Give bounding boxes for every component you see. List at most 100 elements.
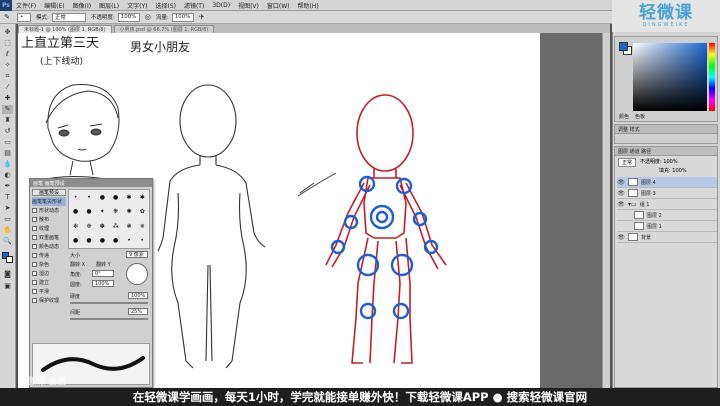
layer-row[interactable]: 图层 2 [617, 210, 717, 221]
blur-tool-icon[interactable]: 💧 [2, 160, 13, 169]
pressure-opacity-icon[interactable]: ◎ [145, 13, 151, 21]
brush-tip[interactable]: ● [109, 190, 122, 205]
brush-setting-item[interactable]: 湿边 [32, 269, 66, 278]
layer-fill[interactable]: 填充: 100% [659, 167, 687, 174]
brush-panel-title[interactable]: 画笔 画笔预设 [30, 179, 152, 187]
brush-tip[interactable]: • [69, 190, 82, 205]
brush-presets-button[interactable]: 画笔预设 [32, 189, 66, 196]
menu-layer[interactable]: 图层(L) [95, 1, 123, 10]
hardness-slider[interactable] [70, 302, 148, 304]
brush-setting-item[interactable]: 散布 [32, 215, 66, 224]
brush-tip[interactable]: • [136, 234, 149, 249]
brush-setting-item[interactable]: 传递 [32, 251, 66, 260]
adjustments-title[interactable]: 调整 样式 [615, 125, 717, 134]
brush-tip[interactable]: ● [82, 205, 95, 220]
eraser-tool-icon[interactable]: ▭ [2, 138, 13, 147]
opacity-input[interactable]: 100% [117, 12, 140, 22]
brush-tip[interactable]: ✱ [122, 190, 135, 205]
brush-setting-item[interactable]: 形状动态 [32, 206, 66, 215]
hardness-input[interactable]: 100% [128, 292, 148, 299]
visibility-eye-icon[interactable]: 👁 [617, 190, 625, 197]
checkbox[interactable] [32, 235, 37, 240]
hand-tool-icon[interactable]: ✋ [2, 226, 13, 235]
brush-tip[interactable]: • [82, 190, 95, 205]
eyedropper-tool-icon[interactable]: ⁄ [2, 83, 13, 92]
brush-tip[interactable]: ❉ [82, 219, 95, 234]
mode-select[interactable]: 正常 [51, 12, 86, 22]
brush-tip[interactable]: ✻ [69, 219, 82, 234]
crop-tool-icon[interactable]: ⌗ [2, 72, 13, 81]
brush-setting-item[interactable]: 杂色 [32, 260, 66, 269]
brush-tip[interactable]: ✵ [136, 219, 149, 234]
menu-file[interactable]: 文件(F) [12, 1, 40, 10]
brush-tip[interactable]: ✱ [136, 190, 149, 205]
brush-setting-item[interactable]: 平滑 [32, 287, 66, 296]
menu-edit[interactable]: 编辑(E) [40, 1, 68, 10]
healing-tool-icon[interactable]: ✚ [2, 94, 13, 103]
checkbox[interactable] [32, 217, 37, 222]
quick-select-tool-icon[interactable]: ✧ [2, 61, 13, 70]
swatches-tab[interactable]: 色板 [635, 113, 645, 120]
checkbox[interactable] [32, 289, 37, 294]
checkbox[interactable] [32, 298, 37, 303]
layer-opacity[interactable]: 不透明度: 100% [640, 158, 678, 167]
brush-setting-item[interactable]: 双重画笔 [32, 233, 66, 242]
brush-setting-item[interactable]: 保护纹理 [32, 296, 66, 305]
menu-3d[interactable]: 3D(D) [208, 2, 234, 9]
brush-tip[interactable]: ✦ [96, 205, 109, 220]
history-brush-tool-icon[interactable]: ↺ [2, 127, 13, 136]
brush-tip[interactable]: ❋ [109, 205, 122, 220]
roundness-input[interactable]: 100% [92, 280, 114, 287]
brush-tip[interactable]: ● [69, 234, 82, 249]
angle-roundness-dial[interactable] [126, 263, 148, 285]
brush-tip-grid[interactable]: • • ● ● ✱ ✱ ● ● ✦ ❋ ✺ ✿ ✻ ❉ ✽ ⁂ ❃ ✵ ● ● ● ● • • [68, 189, 150, 249]
checkbox[interactable] [32, 271, 37, 276]
menu-type[interactable]: 文字(Y) [123, 1, 151, 10]
vertical-scrollbar[interactable] [602, 33, 610, 388]
layer-row[interactable]: 👁 背景 [617, 232, 717, 243]
layers-title[interactable]: 图层 通道 路径 [615, 147, 717, 156]
brush-tip[interactable]: ❃ [122, 219, 135, 234]
flip-y-checkbox[interactable]: 翻转 Y [96, 261, 111, 268]
airbrush-icon[interactable]: ✈ [199, 13, 205, 21]
type-tool-icon[interactable]: T [2, 193, 13, 202]
spacing-input[interactable]: 25% [128, 308, 148, 315]
hue-slider[interactable] [709, 43, 715, 111]
brush-setting-item[interactable]: 颜色动态 [32, 242, 66, 251]
pen-tool-icon[interactable]: ✒ [2, 182, 13, 191]
gradient-tool-icon[interactable]: ▤ [2, 149, 13, 158]
checkbox[interactable] [32, 280, 37, 285]
brush-tip[interactable]: ● [96, 190, 109, 205]
menu-image[interactable]: 图像(I) [69, 1, 95, 10]
size-input[interactable]: 9 像素 [126, 251, 148, 258]
layer-row[interactable]: 👁 ▾▭ 组 1 [617, 199, 717, 210]
blend-mode-select[interactable]: 正常 [618, 158, 637, 167]
brush-tip[interactable]: ● [82, 234, 95, 249]
brush-tip[interactable]: ✽ [96, 219, 109, 234]
color-picker-field[interactable] [633, 43, 707, 111]
screen-mode-icon[interactable]: ▣ [2, 282, 13, 291]
menu-filter[interactable]: 滤镜(T) [180, 1, 208, 10]
move-tool-icon[interactable]: ✥ [2, 28, 13, 37]
dodge-tool-icon[interactable]: ◐ [2, 171, 13, 180]
menu-help[interactable]: 帮助(H) [294, 1, 323, 10]
background-color-swatch[interactable] [6, 256, 13, 263]
tab-document-1[interactable]: 未标题-1 @ 100% (图层 1, RGB/8) [18, 25, 112, 33]
visibility-eye-icon[interactable]: 👁 [617, 201, 625, 208]
flow-input[interactable]: 100% [171, 12, 194, 22]
stamp-tool-icon[interactable]: ♜ [2, 116, 13, 125]
visibility-eye-icon[interactable]: 👁 [617, 179, 625, 186]
visibility-eye-icon[interactable]: 👁 [617, 234, 625, 241]
checkbox[interactable] [32, 244, 37, 249]
brush-tip[interactable]: ● [96, 234, 109, 249]
brush-setting-item[interactable]: 画笔笔尖形状 [32, 197, 66, 206]
layer-row[interactable]: 👁 图层 4 [617, 177, 717, 188]
checkbox[interactable] [32, 226, 37, 231]
brush-tip[interactable]: ✺ [122, 205, 135, 220]
checkbox[interactable] [32, 253, 37, 258]
layer-row[interactable]: 图层 1 [617, 221, 717, 232]
brush-setting-item[interactable]: 建立 [32, 278, 66, 287]
angle-input[interactable]: 0° [92, 270, 114, 277]
path-select-tool-icon[interactable]: ➤ [2, 204, 13, 213]
lasso-tool-icon[interactable]: ℓ [2, 50, 13, 59]
